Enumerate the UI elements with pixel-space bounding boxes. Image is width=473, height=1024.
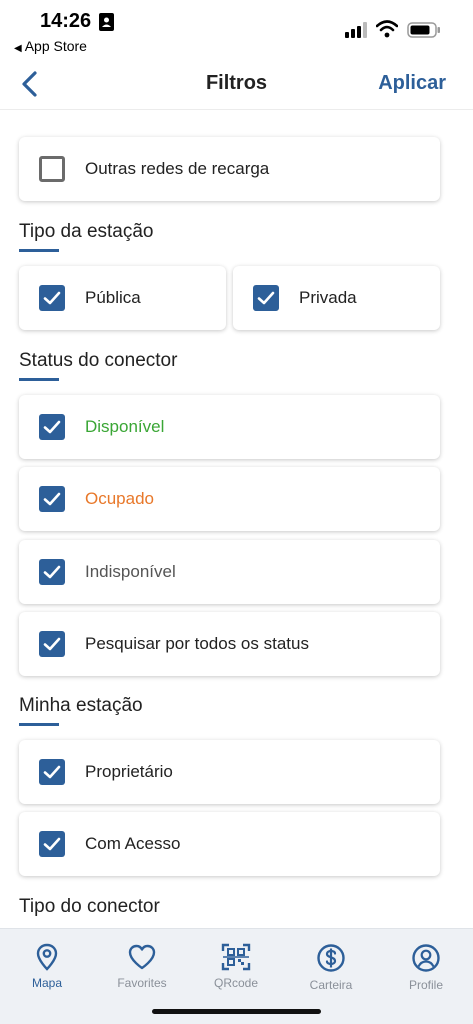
status-available-checkbox-card[interactable]: Disponível bbox=[19, 395, 440, 459]
unchecked-checkbox-icon[interactable] bbox=[39, 156, 65, 182]
section-title-connector-status: Status do conector bbox=[19, 350, 178, 371]
checked-checkbox-icon[interactable] bbox=[253, 285, 279, 311]
battery-icon bbox=[407, 22, 440, 38]
unavailable-label: Indisponível bbox=[85, 562, 176, 581]
back-triangle-icon: ◀ bbox=[14, 43, 22, 54]
tab-map[interactable]: Mapa bbox=[7, 943, 87, 990]
back-app-label: App Store bbox=[24, 38, 87, 54]
section-title-my-station: Minha estação bbox=[19, 695, 143, 716]
wifi-icon bbox=[376, 20, 398, 38]
section-underline bbox=[19, 249, 59, 252]
status-time: 14:26 bbox=[40, 10, 92, 32]
checked-checkbox-icon[interactable] bbox=[39, 631, 65, 657]
all-status-label: Pesquisar por todos os status bbox=[85, 634, 309, 653]
checked-checkbox-icon[interactable] bbox=[39, 285, 65, 311]
checked-checkbox-icon[interactable] bbox=[39, 486, 65, 512]
status-all-checkbox-card[interactable]: Pesquisar por todos os status bbox=[19, 612, 440, 676]
tab-favorites-label: Favorites bbox=[117, 976, 167, 990]
private-station-checkbox-card[interactable]: Privada bbox=[233, 266, 440, 330]
home-indicator bbox=[152, 1009, 321, 1014]
public-station-checkbox-card[interactable]: Pública bbox=[19, 266, 226, 330]
available-label: Disponível bbox=[85, 417, 165, 436]
status-unavailable-checkbox-card[interactable]: Indisponível bbox=[19, 540, 440, 604]
cellular-signal-icon bbox=[345, 22, 367, 38]
tab-profile[interactable]: Profile bbox=[386, 943, 466, 992]
private-label: Privada bbox=[299, 288, 357, 307]
occupied-label: Ocupado bbox=[85, 489, 154, 508]
filters-content: Outras redes de recarga Tipo da estação … bbox=[0, 110, 473, 928]
status-occupied-checkbox-card[interactable]: Ocupado bbox=[19, 467, 440, 531]
section-title-station-type: Tipo da estação bbox=[19, 221, 154, 242]
checked-checkbox-icon[interactable] bbox=[39, 759, 65, 785]
navigation-bar: Filtros Aplicar bbox=[0, 58, 473, 110]
tab-profile-label: Profile bbox=[408, 978, 443, 992]
checked-checkbox-icon[interactable] bbox=[39, 414, 65, 440]
tab-qrcode[interactable]: QRcode bbox=[196, 943, 276, 990]
checked-checkbox-icon[interactable] bbox=[39, 831, 65, 857]
tab-map-label: Mapa bbox=[31, 976, 63, 990]
with-access-label: Com Acesso bbox=[85, 834, 181, 853]
with-access-checkbox-card[interactable]: Com Acesso bbox=[19, 812, 440, 876]
tab-bar: Mapa Favorites QRcode Carteira Profile bbox=[0, 928, 473, 1024]
user-icon bbox=[412, 944, 440, 972]
tab-wallet-label: Carteira bbox=[309, 978, 353, 992]
public-label: Pública bbox=[85, 288, 141, 307]
status-bar: 14:26 ◀ App Store bbox=[0, 0, 473, 58]
qrcode-icon bbox=[221, 943, 251, 971]
id-card-icon bbox=[99, 13, 114, 31]
back-to-app-store[interactable]: ◀ App Store bbox=[14, 38, 87, 54]
tab-qrcode-label: QRcode bbox=[213, 976, 259, 990]
owner-checkbox-card[interactable]: Proprietário bbox=[19, 740, 440, 804]
owner-label: Proprietário bbox=[85, 762, 173, 781]
dollar-icon bbox=[317, 944, 345, 972]
map-pin-icon bbox=[36, 943, 58, 971]
apply-button[interactable]: Aplicar bbox=[378, 72, 446, 95]
tab-favorites[interactable]: Favorites bbox=[102, 943, 182, 990]
other-networks-checkbox-card[interactable]: Outras redes de recarga bbox=[19, 137, 440, 201]
other-networks-label: Outras redes de recarga bbox=[85, 159, 270, 178]
heart-icon bbox=[128, 944, 156, 970]
section-underline bbox=[19, 378, 59, 381]
section-title-connector-type: Tipo do conector bbox=[19, 896, 160, 917]
checked-checkbox-icon[interactable] bbox=[39, 559, 65, 585]
tab-wallet[interactable]: Carteira bbox=[291, 943, 371, 992]
section-underline bbox=[19, 723, 59, 726]
